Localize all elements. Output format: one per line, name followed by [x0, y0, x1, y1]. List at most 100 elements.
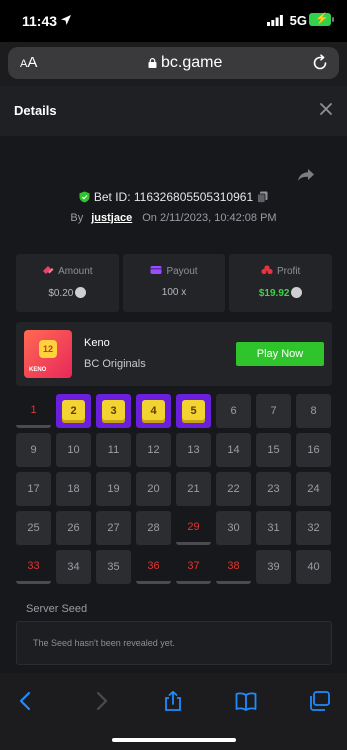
keno-cell[interactable]: 27 [96, 511, 131, 545]
thumbnail-label: KENO [29, 367, 47, 373]
keno-cell[interactable]: 5 [176, 394, 211, 428]
keno-cell[interactable]: 8 [296, 394, 331, 428]
keno-cell[interactable]: 26 [56, 511, 91, 545]
keno-cell[interactable]: 12 [136, 433, 171, 467]
keno-cell[interactable]: 29 [176, 511, 211, 545]
forward-icon[interactable] [90, 691, 112, 711]
keno-cell[interactable]: 19 [96, 472, 131, 506]
keno-board: 1 2 3 4 5 6 7 8 9 10 11 12 13 14 15 16 17 18 19 20 21 22 23 24 2… [16, 394, 332, 584]
game-name: Keno [84, 337, 110, 349]
share-icon[interactable] [297, 168, 315, 182]
payout-stat: Payout 100 x [122, 254, 226, 312]
keno-cell[interactable]: 4 [136, 394, 171, 428]
bet-details-page: Details Bet ID: 116326805505310961 By jus… [0, 86, 347, 673]
keno-cell[interactable]: 31 [256, 511, 291, 545]
keno-cell[interactable]: 14 [216, 433, 251, 467]
username-link[interactable]: justjace [91, 212, 132, 224]
keno-hit-tile: 3 [102, 399, 125, 423]
by-label: By [70, 212, 84, 224]
location-arrow-icon [61, 15, 71, 25]
lock-icon [148, 58, 157, 68]
keno-cell[interactable]: 39 [256, 550, 291, 584]
copy-icon[interactable] [257, 191, 268, 203]
game-card: 12 KENO Keno BC Originals Play Now [16, 322, 332, 386]
keno-cell[interactable]: 32 [296, 511, 331, 545]
details-title: Details [14, 103, 57, 118]
keno-hit-tile: 2 [62, 399, 85, 423]
keno-cell[interactable]: 34 [56, 550, 91, 584]
keno-cell[interactable]: 18 [56, 472, 91, 506]
status-time: 11:43 [22, 13, 58, 29]
url-text: bc.game [161, 54, 223, 71]
keno-cell[interactable]: 22 [216, 472, 251, 506]
bet-stats: Amount $0.20 Payout 100 x Profit $19.92 [16, 254, 333, 312]
server-seed-label: Server Seed [26, 603, 88, 615]
bet-id: Bet ID: 116326805505310961 [93, 190, 254, 204]
keno-cell[interactable]: 10 [56, 433, 91, 467]
keno-cell[interactable]: 36 [136, 550, 171, 584]
profit-label: Profit [277, 266, 301, 277]
bet-id-row: Bet ID: 116326805505310961 [0, 190, 347, 204]
server-seed-box: The Seed hasn't been revealed yet. [16, 621, 332, 665]
coin-icon [291, 287, 303, 298]
verified-shield-icon [79, 191, 90, 203]
keno-cell[interactable]: 35 [96, 550, 131, 584]
payout-label: Payout [166, 266, 198, 277]
keno-cell[interactable]: 23 [256, 472, 291, 506]
keno-hit-tile: 4 [142, 399, 165, 423]
keno-cell[interactable]: 7 [256, 394, 291, 428]
thumbnail-ball: 12 [39, 340, 57, 358]
keno-cell[interactable]: 25 [16, 511, 51, 545]
address-bar[interactable]: AA bc.game [8, 47, 339, 79]
home-indicator [112, 738, 236, 742]
bookmarks-icon[interactable] [235, 691, 257, 711]
browser-address-area: AA bc.game [0, 42, 347, 86]
payout-value: 100 x [161, 287, 187, 298]
tabs-icon[interactable] [309, 691, 331, 711]
bet-timestamp: 2/11/2023, 10:42:08 PM [159, 212, 277, 224]
close-icon[interactable] [319, 102, 333, 116]
server-seed-message: The Seed hasn't been revealed yet. [33, 638, 175, 648]
back-icon[interactable] [15, 691, 37, 711]
amount-value: $0.20 [48, 288, 74, 299]
keno-cell[interactable]: 40 [296, 550, 331, 584]
share-sheet-icon[interactable] [162, 691, 184, 711]
coin-icon [75, 287, 87, 298]
keno-thumbnail[interactable]: 12 KENO [24, 330, 72, 378]
keno-cell[interactable]: 9 [16, 433, 51, 467]
keno-cell[interactable]: 15 [256, 433, 291, 467]
keno-cell[interactable]: 16 [296, 433, 331, 467]
keno-cell[interactable]: 30 [216, 511, 251, 545]
wallet-icon [150, 266, 162, 274]
keno-cell[interactable]: 6 [216, 394, 251, 428]
profit-icon [261, 265, 273, 275]
text-size-button[interactable]: AA [20, 54, 37, 71]
keno-cell[interactable]: 24 [296, 472, 331, 506]
keno-cell[interactable]: 38 [216, 550, 251, 584]
keno-hit-tile: 5 [182, 399, 205, 423]
keno-cell[interactable]: 2 [56, 394, 91, 428]
keno-cell[interactable]: 1 [16, 394, 51, 428]
profit-stat: Profit $19.92 [229, 254, 333, 312]
keno-cell[interactable]: 3 [96, 394, 131, 428]
keno-cell[interactable]: 21 [176, 472, 211, 506]
browser-toolbar [0, 673, 347, 750]
reload-icon[interactable] [311, 54, 329, 72]
keno-cell[interactable]: 11 [96, 433, 131, 467]
profit-value: $19.92 [258, 288, 290, 299]
amount-icon [43, 266, 54, 274]
keno-cell[interactable]: 33 [16, 550, 51, 584]
cellular-signal-icon [267, 15, 283, 26]
bet-meta-row: By justjace On 2/11/2023, 10:42:08 PM [0, 212, 347, 224]
battery-icon: ⚡ [309, 13, 334, 26]
amount-label: Amount [58, 266, 93, 277]
status-bar: 11:43 5G ⚡ [0, 0, 347, 42]
keno-cell[interactable]: 28 [136, 511, 171, 545]
keno-cell[interactable]: 20 [136, 472, 171, 506]
keno-cell[interactable]: 37 [176, 550, 211, 584]
keno-cell[interactable]: 17 [16, 472, 51, 506]
network-type: 5G [289, 13, 307, 28]
play-now-button[interactable]: Play Now [236, 342, 324, 366]
keno-cell[interactable]: 13 [176, 433, 211, 467]
game-provider: BC Originals [84, 358, 146, 370]
